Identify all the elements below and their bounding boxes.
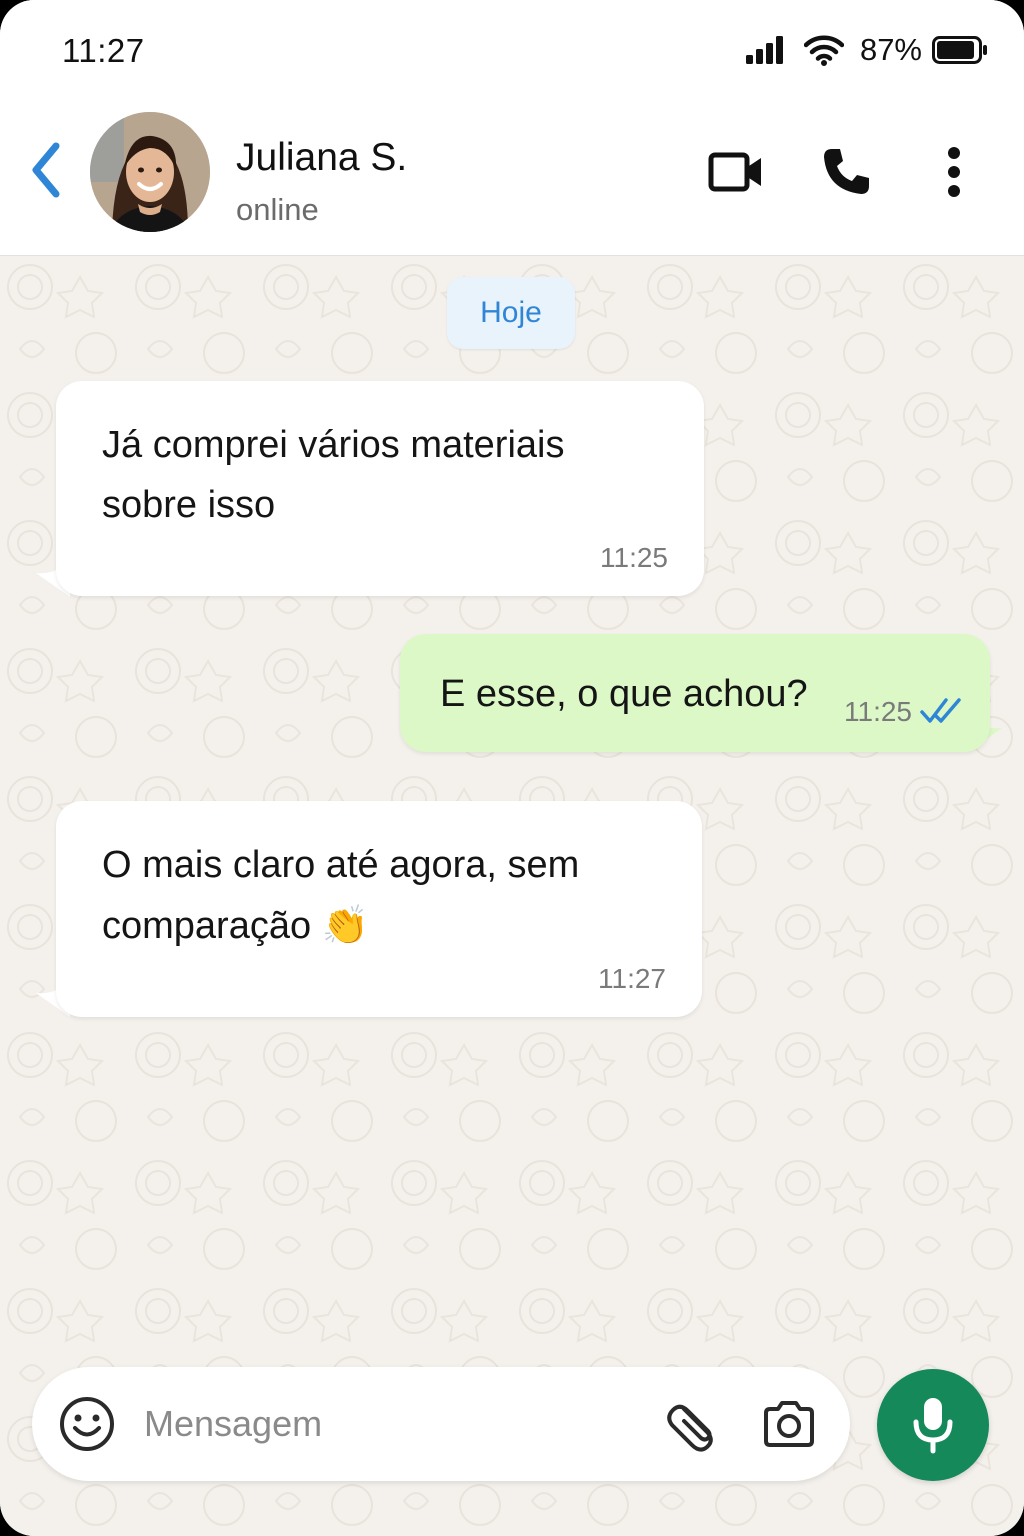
paperclip-icon bbox=[667, 1404, 713, 1452]
voice-message-button[interactable] bbox=[877, 1369, 989, 1481]
emoji-button[interactable] bbox=[58, 1395, 116, 1453]
wifi-icon bbox=[803, 35, 844, 66]
chat-screen: 11:27 87% Juliana S. online Hoje Já comp… bbox=[0, 0, 1024, 1536]
camera-button[interactable] bbox=[760, 1395, 818, 1453]
contact-name[interactable]: Juliana S. bbox=[236, 136, 407, 180]
double-check-read-icon bbox=[920, 698, 961, 723]
message-time: 11:25 bbox=[600, 542, 668, 573]
message-time: 11:27 bbox=[598, 963, 666, 994]
status-bar: 11:27 87% bbox=[0, 0, 1024, 100]
phone-icon bbox=[824, 149, 869, 194]
message-composer bbox=[32, 1367, 850, 1481]
clapping-hands-emoji: 👏 bbox=[321, 903, 370, 947]
contact-status: online bbox=[236, 192, 319, 227]
contact-avatar[interactable] bbox=[90, 112, 210, 232]
more-options-button[interactable] bbox=[922, 140, 986, 204]
message-time: 11:25 bbox=[844, 696, 912, 727]
camera-icon bbox=[764, 1401, 814, 1447]
message-input[interactable] bbox=[144, 1397, 644, 1451]
message-text: E esse, o que achou? bbox=[440, 673, 808, 715]
battery-percent: 87% bbox=[859, 32, 922, 67]
cellular-signal-icon bbox=[745, 36, 783, 64]
message-text-line: sobre isso bbox=[102, 484, 276, 526]
message-text: Já comprei vários materiais sobre isso bbox=[102, 415, 662, 535]
message-bubble-incoming[interactable]: O mais claro até agora, sem comparação 👏… bbox=[56, 801, 702, 1017]
message-bubble-incoming[interactable]: Já comprei vários materiais sobre isso 1… bbox=[56, 381, 704, 596]
back-button[interactable] bbox=[24, 138, 72, 202]
more-vertical-icon bbox=[948, 147, 960, 197]
message-list[interactable]: Hoje Já comprei vários materiais sobre i… bbox=[0, 257, 1024, 1536]
attach-button[interactable] bbox=[664, 1395, 722, 1453]
avatar-photo bbox=[90, 112, 210, 232]
video-call-icon bbox=[708, 152, 761, 192]
message-text-line: Já comprei vários materiais bbox=[102, 424, 565, 466]
message-text-line: comparação bbox=[102, 905, 312, 947]
video-call-button[interactable] bbox=[704, 140, 768, 204]
voice-call-button[interactable] bbox=[814, 140, 878, 204]
battery-icon bbox=[932, 36, 987, 64]
message-text: O mais claro até agora, sem comparação 👏 bbox=[102, 835, 662, 956]
microphone-icon bbox=[913, 1398, 953, 1454]
chat-header: Juliana S. online bbox=[0, 100, 1024, 256]
message-bubble-outgoing[interactable]: E esse, o que achou? 11:25 bbox=[400, 634, 990, 752]
message-text-line: O mais claro até agora, sem bbox=[102, 844, 580, 886]
smiley-icon bbox=[60, 1397, 114, 1451]
status-time: 11:27 bbox=[62, 32, 145, 69]
date-divider: Hoje bbox=[447, 277, 575, 349]
status-icons: 87% bbox=[744, 30, 988, 70]
chevron-left-icon bbox=[32, 142, 60, 198]
